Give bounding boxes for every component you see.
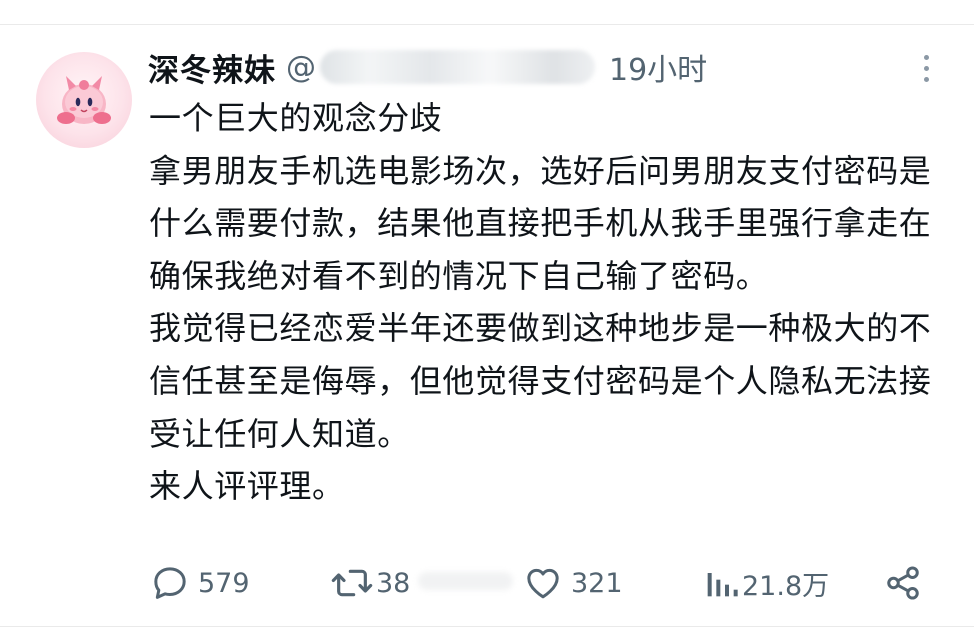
post-header: 深冬辣妹 @ 19小时 — [148, 44, 707, 90]
post-paragraph: 拿男朋友手机选电影场次，选好后问男朋友支付密码是什么需要付款，结果他直接把手机从… — [149, 151, 932, 295]
reply-button[interactable]: 579 — [150, 560, 250, 606]
author-handle[interactable]: @ — [286, 50, 595, 85]
heart-icon — [527, 568, 559, 599]
repost-button[interactable]: 38 — [330, 560, 410, 606]
post-paragraph: 来人评评理。 — [149, 467, 345, 506]
views-icon — [707, 573, 738, 597]
avatar[interactable] — [36, 52, 132, 148]
views-count: 21.8万 — [742, 570, 830, 602]
post-card: 深冬辣妹 @ 19小时 一个巨大的观念分歧 拿男朋友手机选电影场次，选好后问男朋… — [0, 0, 974, 635]
handle-prefix: @ — [286, 49, 316, 85]
post-paragraph: 一个巨大的观念分歧 — [149, 99, 443, 137]
repost-icon — [331, 569, 373, 597]
reply-count: 579 — [198, 567, 250, 599]
post-body: 一个巨大的观念分歧 拿男朋友手机选电影场次，选好后问男朋友支付密码是什么需要付款… — [149, 92, 949, 513]
top-divider — [0, 24, 974, 25]
action-bar: 579 38 321 21.8万 — [0, 560, 974, 606]
more-options-icon[interactable] — [914, 50, 938, 86]
post-timestamp[interactable]: 19小时 — [609, 45, 707, 89]
views-button[interactable]: 21.8万 — [704, 560, 829, 606]
author-name[interactable]: 深冬辣妹 — [148, 45, 276, 90]
like-count: 321 — [571, 567, 623, 599]
reply-icon — [154, 567, 186, 599]
share-icon — [887, 566, 919, 600]
like-button[interactable]: 321 — [523, 560, 623, 606]
post-paragraph: 我觉得已经恋爱半年还要做到这种地步是一种极大的不信任甚至是侮辱，但他觉得支付密码… — [149, 309, 932, 453]
share-button[interactable] — [884, 560, 922, 606]
bottom-divider — [0, 626, 974, 627]
repost-count: 38 — [376, 567, 411, 599]
handle-blurred — [320, 50, 595, 84]
kirby-avatar-icon — [57, 76, 111, 124]
